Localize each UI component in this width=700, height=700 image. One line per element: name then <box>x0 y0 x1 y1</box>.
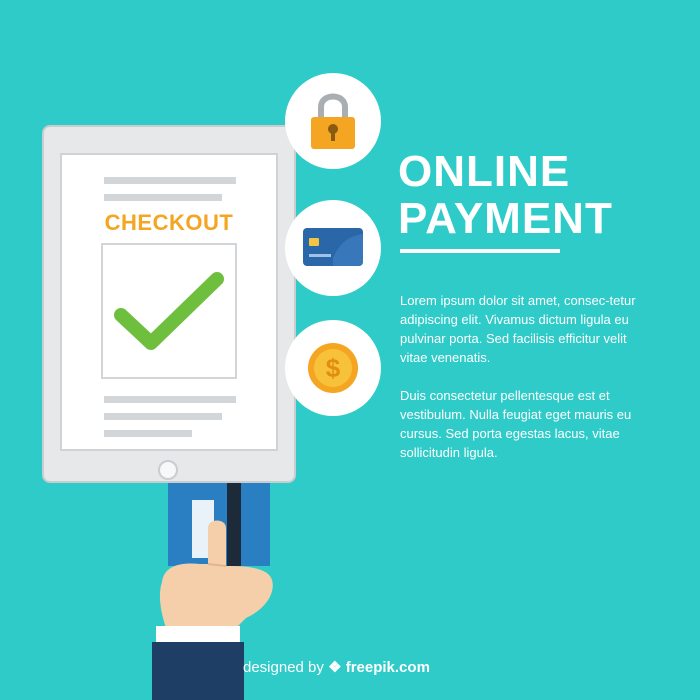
freepik-logo-icon: ❖ <box>328 659 342 676</box>
credit-card-badge <box>285 200 381 296</box>
text-line-placeholder <box>104 177 236 184</box>
checkout-heading: CHECKOUT <box>104 210 234 235</box>
svg-text:$: $ <box>326 353 341 383</box>
description-paragraph-2: Duis consectetur pellentesque est et ves… <box>400 388 632 460</box>
sleeve <box>152 642 244 700</box>
checkmark-icon <box>114 272 224 350</box>
credit-prefix: designed by <box>243 659 324 676</box>
padlock-badge <box>285 73 381 169</box>
card-stripe <box>227 478 241 566</box>
padlock-icon <box>311 93 355 149</box>
coin-badge: $ <box>285 320 381 416</box>
credit-card-icon <box>303 228 363 266</box>
text-line-placeholder <box>104 396 236 403</box>
confirmation-box <box>101 243 237 379</box>
text-line-placeholder <box>104 430 192 437</box>
headline-underline <box>400 249 560 253</box>
headline-line-1: ONLINE <box>398 147 571 196</box>
credit-brand: freepik.com <box>345 659 430 676</box>
tablet-home-button <box>158 460 178 480</box>
description-paragraph-1: Lorem ipsum dolor sit amet, consec-tetur… <box>400 293 636 365</box>
headline-line-2: PAYMENT <box>398 194 613 243</box>
text-line-placeholder <box>104 194 222 201</box>
dollar-coin-icon: $ <box>308 343 358 393</box>
shirt-cuff <box>156 626 240 642</box>
text-line-placeholder <box>104 413 222 420</box>
designer-credit: designed by ❖ freepik.com <box>243 658 430 676</box>
